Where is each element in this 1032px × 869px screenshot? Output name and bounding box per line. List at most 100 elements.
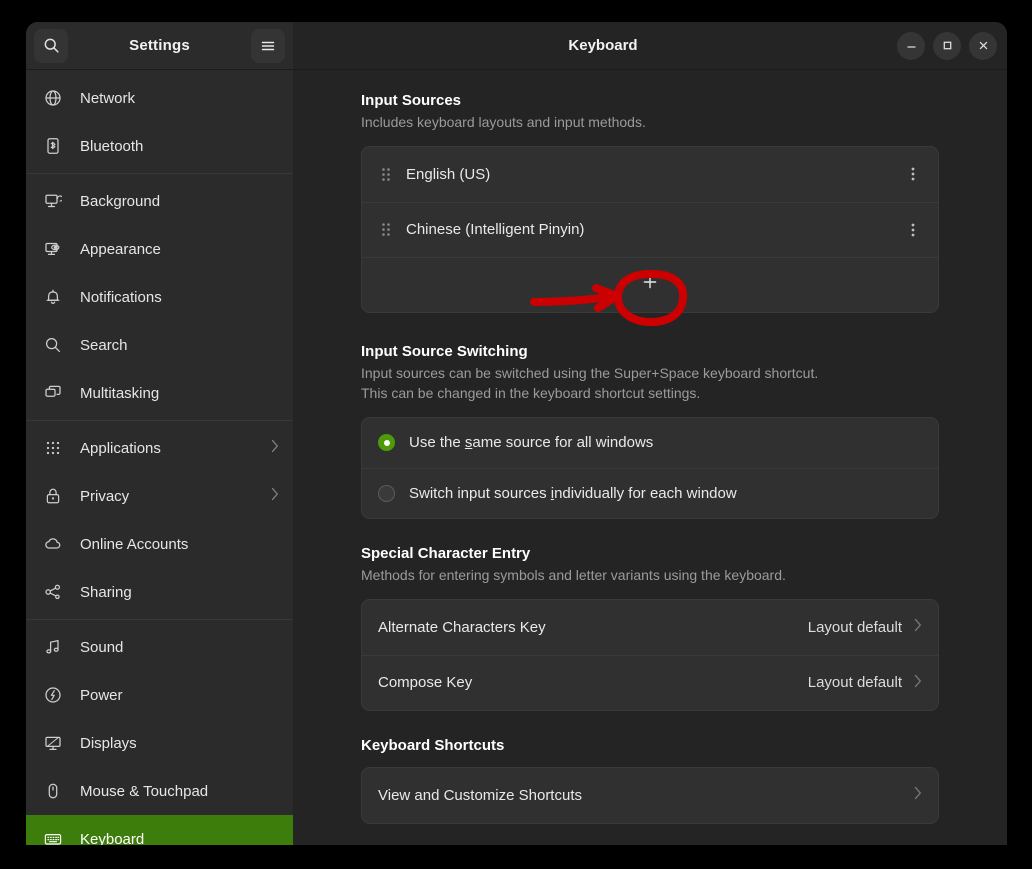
row-label: View and Customize Shortcuts xyxy=(378,786,582,804)
section-special-character-entry: Special Character Entry Methods for ente… xyxy=(361,545,939,711)
bell-icon xyxy=(44,288,62,306)
maximize-button[interactable] xyxy=(933,31,961,60)
section-input-source-switching: Input Source Switching Input sources can… xyxy=(361,343,939,519)
plus-icon xyxy=(642,274,658,295)
sidebar-item-label: Applications xyxy=(80,439,161,457)
row-label: Compose Key xyxy=(378,674,473,691)
radio-button-selected[interactable] xyxy=(378,434,395,452)
sidebar-item-sharing[interactable]: Sharing xyxy=(26,568,293,616)
sidebar-item-bluetooth[interactable]: Bluetooth xyxy=(26,122,293,170)
special-character-entry-card: Alternate Characters Key Layout default … xyxy=(361,598,939,711)
search-icon xyxy=(44,336,62,354)
section-input-sources: Input Sources Includes keyboard layouts … xyxy=(361,92,939,313)
input-source-name: Chinese (Intelligent Pinyin) xyxy=(406,221,585,239)
keyboard-icon xyxy=(44,830,62,845)
input-sources-title: Input Sources xyxy=(361,92,462,109)
input-sources-card: English (US) Chinese (Intelligent Pinyin… xyxy=(361,145,939,313)
share-icon xyxy=(44,583,62,601)
page-title: Keyboard xyxy=(568,37,638,54)
sidebar-item-applications[interactable]: Applications xyxy=(26,424,293,472)
globe-icon xyxy=(44,89,62,107)
sidebar-item-label: Displays xyxy=(80,734,137,752)
sidebar-item-label: Bluetooth xyxy=(80,137,144,155)
row-label: Alternate Characters Key xyxy=(378,618,546,636)
sidebar-item-power[interactable]: Power xyxy=(26,671,293,719)
search-icon[interactable] xyxy=(34,28,68,63)
sidebar-item-label: Multitasking xyxy=(80,384,160,402)
table-row[interactable]: English (US) xyxy=(362,147,938,202)
radio-option-label: Use the same source for all windows xyxy=(409,434,654,452)
sidebar-item-keyboard[interactable]: Keyboard xyxy=(26,815,293,845)
appearance-icon xyxy=(44,240,62,258)
sidebar-item-label: Background xyxy=(80,192,161,210)
drag-handle-icon[interactable] xyxy=(378,223,394,237)
sidebar-item-displays[interactable]: Displays xyxy=(26,719,293,767)
drag-handle-icon[interactable] xyxy=(378,168,394,181)
keyboard-shortcuts-card: View and Customize Shortcuts xyxy=(361,766,939,824)
row-alternate-characters-key[interactable]: Alternate Characters Key Layout default xyxy=(362,600,938,655)
sidebar-item-label: Appearance xyxy=(80,240,161,258)
sidebar-item-online-accounts[interactable]: Online Accounts xyxy=(26,520,293,568)
chevron-right-icon xyxy=(914,674,922,692)
row-view-customize-shortcuts[interactable]: View and Customize Shortcuts xyxy=(362,768,938,823)
section-keyboard-shortcuts: Keyboard Shortcuts View and Customize Sh… xyxy=(361,737,939,824)
sidebar-item-mouse-touchpad[interactable]: Mouse & Touchpad xyxy=(26,767,293,815)
chevron-right-icon xyxy=(914,618,922,636)
input-source-switching-card: Use the same source for all windows Swit… xyxy=(361,416,939,519)
music-note-icon xyxy=(44,638,62,656)
settings-window: Settings Keyboard Network Bluetooth Back… xyxy=(26,22,1007,845)
kebab-menu-icon[interactable] xyxy=(904,167,922,181)
sidebar-item-search[interactable]: Search xyxy=(26,321,293,369)
lock-icon xyxy=(44,487,62,505)
sidebar-header: Settings xyxy=(26,22,293,70)
row-compose-key[interactable]: Compose Key Layout default xyxy=(362,654,938,710)
sidebar-item-notifications[interactable]: Notifications xyxy=(26,273,293,321)
mouse-icon xyxy=(44,782,62,800)
sidebar-separator xyxy=(26,619,293,620)
chevron-right-icon xyxy=(271,439,279,457)
keyboard-shortcuts-title: Keyboard Shortcuts xyxy=(361,736,505,754)
special-character-entry-description: Methods for entering symbols and letter … xyxy=(361,566,786,583)
sidebar-item-appearance[interactable]: Appearance xyxy=(26,225,293,273)
sidebar-separator xyxy=(26,420,293,421)
sidebar-item-label: Privacy xyxy=(80,487,130,505)
kebab-menu-icon[interactable] xyxy=(904,223,922,237)
bluetooth-icon xyxy=(44,137,62,155)
header-bar: Settings Keyboard xyxy=(26,22,1007,70)
close-button[interactable] xyxy=(969,31,997,60)
radio-option-individual-source[interactable]: Switch input sources individually for ea… xyxy=(362,467,938,518)
input-source-name: English (US) xyxy=(406,165,491,183)
row-value: Layout default xyxy=(807,674,902,691)
grid-dots-icon xyxy=(44,439,62,457)
input-source-switching-description: Input sources can be switched using the … xyxy=(361,364,819,401)
chevron-right-icon xyxy=(914,786,922,804)
display-icon xyxy=(44,734,62,752)
radio-button-unselected[interactable] xyxy=(378,484,395,502)
content-area: Input Sources Includes keyboard layouts … xyxy=(293,70,1007,845)
hamburger-menu-icon[interactable] xyxy=(251,28,285,63)
sidebar-item-privacy[interactable]: Privacy xyxy=(26,472,293,520)
sidebar-item-label: Power xyxy=(80,686,123,704)
window-header: Keyboard xyxy=(293,22,1007,70)
window-body: Network Bluetooth Background Appearance Noti… xyxy=(26,70,1007,845)
table-row[interactable]: Chinese (Intelligent Pinyin) xyxy=(362,201,938,257)
radio-option-same-source[interactable]: Use the same source for all windows xyxy=(362,418,938,468)
app-title: Settings xyxy=(129,37,190,54)
sidebar: Network Bluetooth Background Appearance Noti… xyxy=(26,70,293,845)
sidebar-item-sound[interactable]: Sound xyxy=(26,623,293,671)
sidebar-item-label: Online Accounts xyxy=(80,535,189,553)
sidebar-item-network[interactable]: Network xyxy=(26,74,293,122)
minimize-button[interactable] xyxy=(897,31,925,60)
power-icon xyxy=(44,686,62,704)
add-input-source-button[interactable] xyxy=(362,256,938,312)
sidebar-item-label: Search xyxy=(80,336,128,354)
sidebar-item-label: Mouse & Touchpad xyxy=(80,782,209,800)
background-icon xyxy=(44,192,62,210)
sidebar-item-label: Notifications xyxy=(80,288,162,306)
input-source-switching-title: Input Source Switching xyxy=(361,342,528,360)
special-character-entry-title: Special Character Entry xyxy=(361,544,531,562)
sidebar-item-label: Network xyxy=(80,89,136,107)
sidebar-item-background[interactable]: Background xyxy=(26,177,293,225)
sidebar-separator xyxy=(26,173,293,174)
sidebar-item-multitasking[interactable]: Multitasking xyxy=(26,369,293,417)
